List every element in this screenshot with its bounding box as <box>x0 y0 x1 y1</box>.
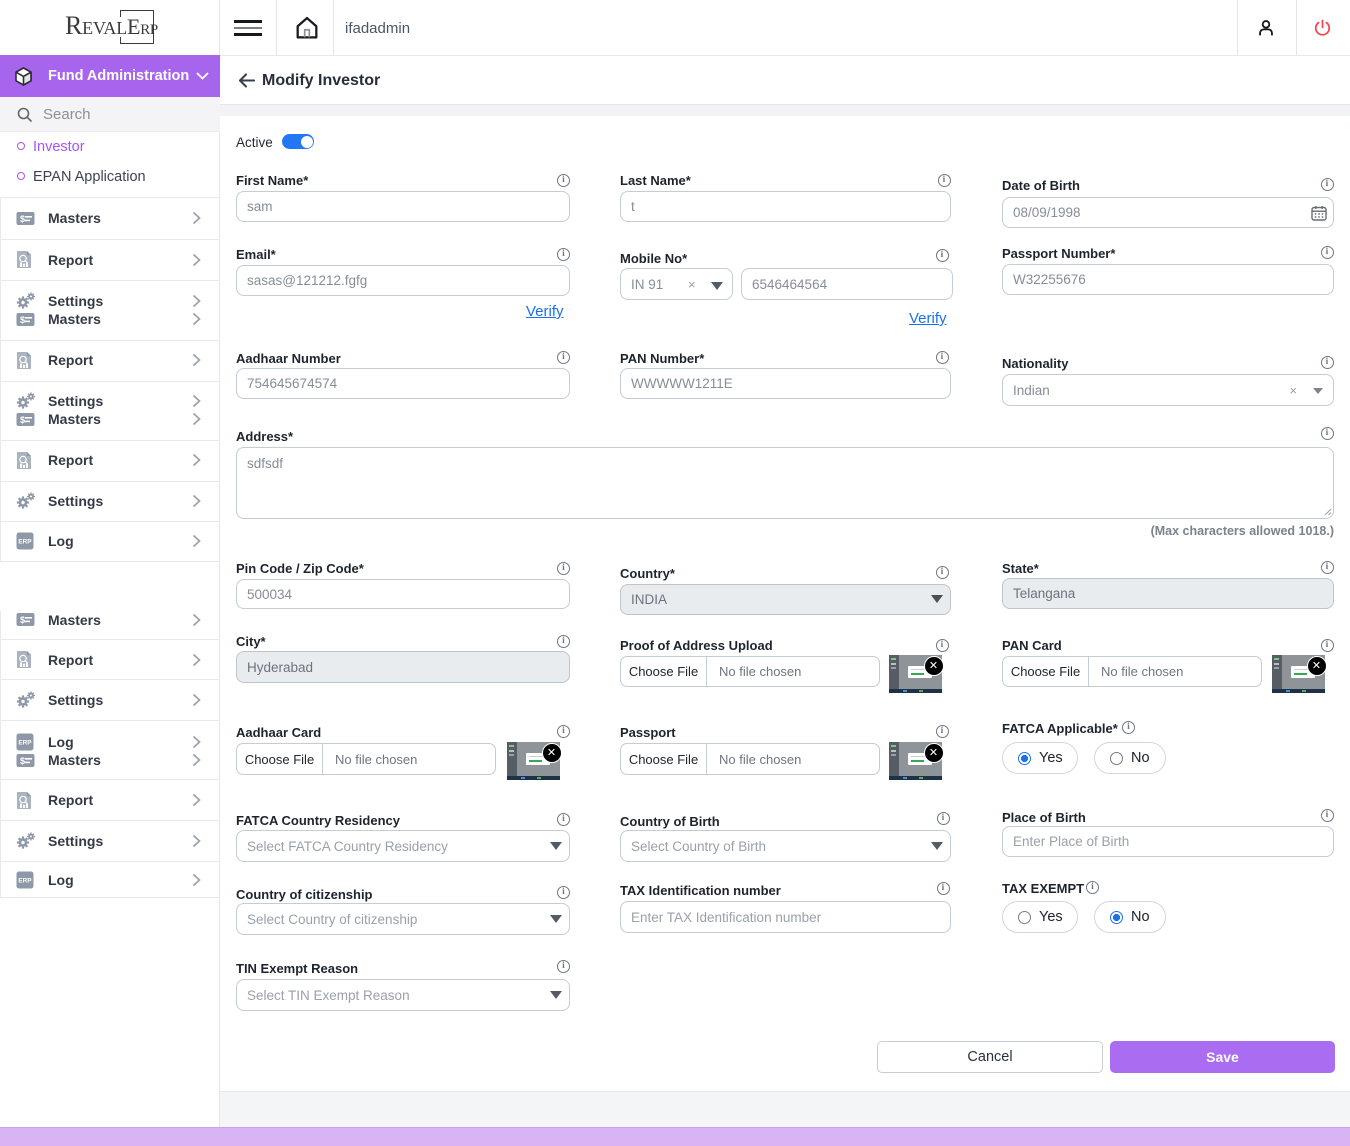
svg-text:$: $ <box>20 615 25 625</box>
svg-text:$: $ <box>20 214 25 224</box>
svg-text:$: $ <box>20 756 25 766</box>
svg-text:$: $ <box>20 415 25 425</box>
svg-text:ERP: ERP <box>18 538 32 545</box>
svg-text:$: $ <box>20 315 25 325</box>
svg-text:ERP: ERP <box>18 877 32 884</box>
